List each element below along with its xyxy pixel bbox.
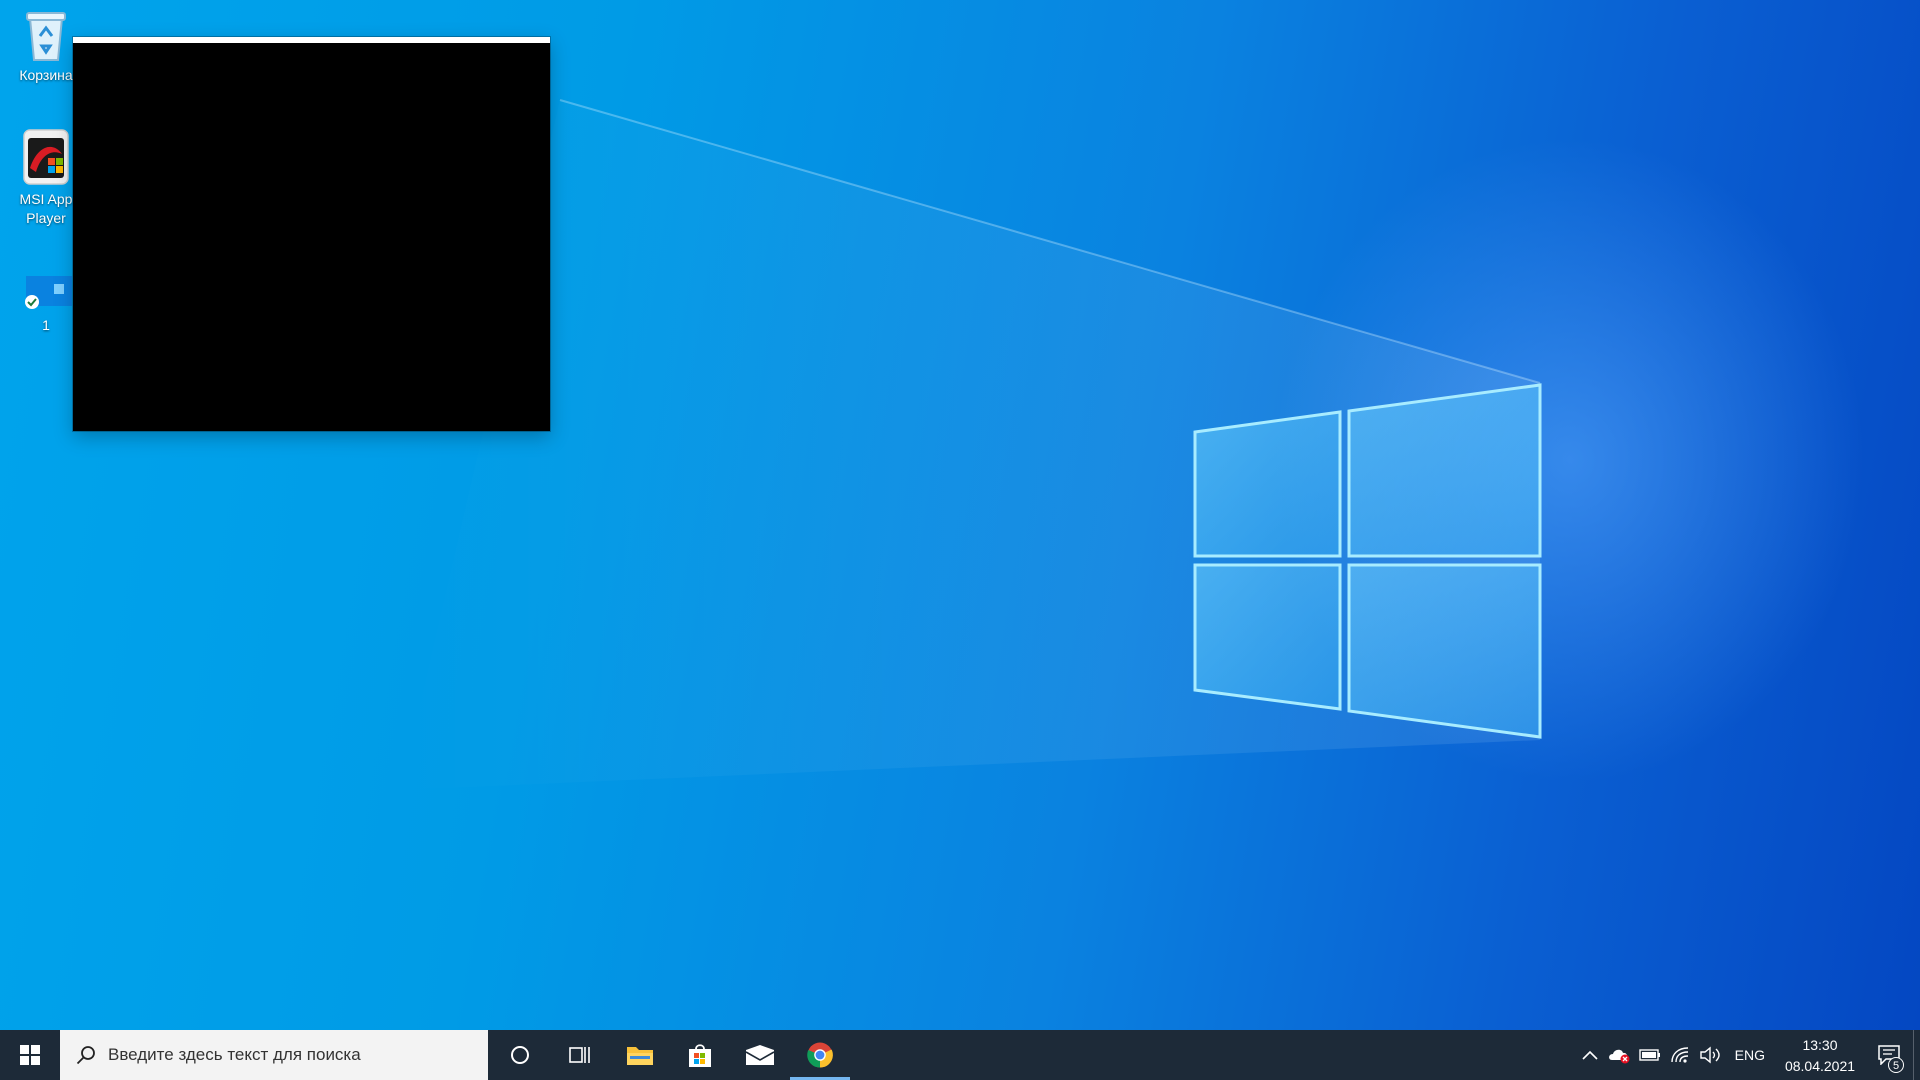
action-center-button[interactable]: 5: [1865, 1030, 1913, 1080]
black-app-window[interactable]: [73, 37, 550, 431]
clock-date: 08.04.2021: [1784, 1058, 1856, 1074]
task-view-icon: [569, 1047, 590, 1063]
cloud-error-icon: [1608, 1049, 1630, 1064]
folder-icon: [627, 1047, 653, 1065]
taskbar-apps: [490, 1030, 850, 1080]
desktop: Корзина MSI App Player 1: [0, 0, 1920, 1030]
tray-overflow-button[interactable]: [1575, 1030, 1605, 1080]
wifi-icon: [1670, 1047, 1688, 1063]
taskbar-file-explorer-button[interactable]: [610, 1030, 670, 1080]
taskbar-cortana-button[interactable]: [490, 1030, 550, 1080]
taskbar: Введите здесь текст для поиска ENG 13:30…: [0, 1030, 1920, 1080]
mail-envelope-icon: [745, 1045, 775, 1065]
show-desktop-button[interactable]: [1913, 1030, 1920, 1080]
windows-logo-icon: [20, 1045, 40, 1065]
file-thumbnail-icon: [25, 276, 72, 309]
desktop-icon-label: Корзина: [19, 67, 73, 83]
taskbar-task-view-button[interactable]: [550, 1030, 610, 1080]
system-tray: ENG 13:30 08.04.2021 5: [1575, 1030, 1920, 1080]
tray-network-button[interactable]: [1665, 1030, 1695, 1080]
chrome-icon: [807, 1042, 833, 1068]
taskbar-search-box[interactable]: Введите здесь текст для поиска: [60, 1030, 488, 1080]
recycle-bin-icon: [26, 12, 66, 61]
desktop-icon-label: 1: [42, 317, 50, 333]
cortana-circle-icon: [511, 1046, 529, 1064]
tray-language-indicator[interactable]: ENG: [1725, 1047, 1775, 1063]
speaker-icon: [1699, 1046, 1720, 1064]
tray-battery-button[interactable]: [1635, 1030, 1665, 1080]
search-placeholder: Введите здесь текст для поиска: [108, 1045, 361, 1064]
store-bag-icon: [689, 1044, 711, 1067]
clock-time: 13:30: [1802, 1037, 1838, 1053]
taskbar-store-button[interactable]: [670, 1030, 730, 1080]
tray-volume-button[interactable]: [1695, 1030, 1725, 1080]
battery-icon: [1638, 1049, 1660, 1061]
start-button[interactable]: [0, 1030, 60, 1080]
notification-count-badge: 5: [1888, 1057, 1904, 1073]
tray-onedrive-button[interactable]: [1605, 1030, 1635, 1080]
taskbar-chrome-button[interactable]: [790, 1030, 850, 1080]
desktop-icon-label: MSI App Player: [19, 191, 73, 226]
search-icon: [76, 1046, 95, 1065]
taskbar-mail-button[interactable]: [730, 1030, 790, 1080]
tray-clock[interactable]: 13:30 08.04.2021: [1775, 1033, 1865, 1077]
msi-app-player-icon: [23, 129, 69, 185]
chevron-up-icon: [1582, 1050, 1598, 1060]
